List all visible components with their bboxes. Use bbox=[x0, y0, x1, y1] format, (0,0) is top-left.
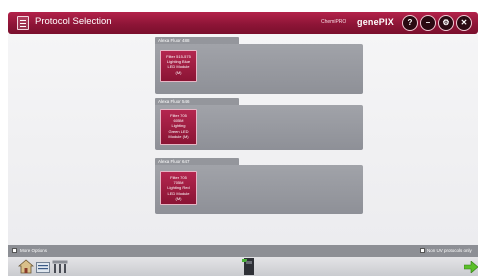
close-button[interactable]: ✕ bbox=[456, 15, 472, 31]
brand-genepix: genePIX bbox=[357, 17, 394, 27]
next-arrow-icon[interactable] bbox=[464, 261, 478, 273]
panel-alexa-fluor-488: Alexa Fluor 488 Filter 515-575 Lighting … bbox=[155, 37, 363, 94]
protocol-button[interactable]: Filter 705 605M Lighting Green LED Modul… bbox=[160, 109, 197, 145]
rack-icon[interactable] bbox=[52, 260, 68, 274]
settings-button[interactable]: ⚙ bbox=[438, 15, 454, 31]
home-icon[interactable] bbox=[18, 259, 34, 274]
more-options-checkbox[interactable] bbox=[12, 248, 17, 253]
title-bar: Protocol Selection ChemiPRO genePIX ? – … bbox=[8, 12, 478, 34]
brand-chemipro: ChemiPRO bbox=[321, 19, 347, 25]
panel-body: Filter 515-575 Lighting Blue LED Module … bbox=[155, 44, 363, 94]
protocol-button[interactable]: Filter 705 705M Lighting Red LED Module … bbox=[160, 171, 197, 205]
options-bar: More Options Non UV protocols only bbox=[8, 245, 478, 257]
gel-icon[interactable] bbox=[36, 262, 50, 273]
non-uv-checkbox[interactable] bbox=[420, 248, 425, 253]
protocol-button[interactable]: Filter 515-575 Lighting Blue LED Module … bbox=[160, 50, 197, 82]
help-button[interactable]: ? bbox=[402, 15, 418, 31]
panel-body: Filter 705 705M Lighting Red LED Module … bbox=[155, 165, 363, 214]
panel-alexa-fluor-647: Alexa Fluor 647 Filter 705 705M Lighting… bbox=[155, 158, 363, 214]
protocol-area: Alexa Fluor 488 Filter 515-575 Lighting … bbox=[8, 34, 478, 245]
panel-body: Filter 705 605M Lighting Green LED Modul… bbox=[155, 105, 363, 150]
camera-icon[interactable] bbox=[242, 257, 256, 276]
window-title: Protocol Selection bbox=[35, 16, 112, 27]
panel-alexa-fluor-546: Alexa Fluor 546 Filter 705 605M Lighting… bbox=[155, 98, 363, 150]
bottom-toolbar bbox=[8, 257, 478, 276]
minimize-button[interactable]: – bbox=[420, 15, 436, 31]
non-uv-label: Non UV protocols only bbox=[427, 247, 472, 253]
more-options-label: More Options bbox=[20, 247, 48, 253]
protocol-list-icon bbox=[17, 16, 29, 30]
